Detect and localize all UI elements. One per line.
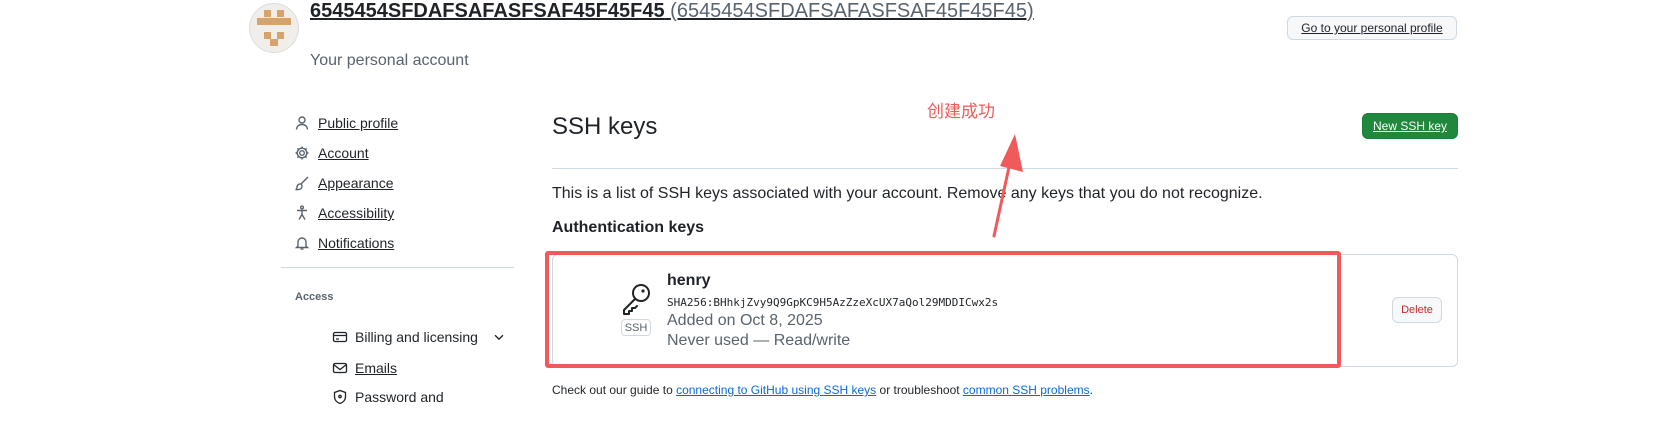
avatar[interactable] <box>249 3 299 53</box>
settings-page: 6545454SFDAFSAFASFSAF45F45F45 (6545454SF… <box>0 0 1661 425</box>
ssh-guide-link[interactable]: connecting to GitHub using SSH keys <box>676 383 876 397</box>
account-name-link[interactable]: 6545454SFDAFSAFASFSAF45F45F45 (6545454SF… <box>310 0 1034 23</box>
sidebar-item-public-profile[interactable]: Public profile <box>294 111 398 135</box>
new-ssh-key-button[interactable]: New SSH key <box>1362 113 1458 139</box>
sidebar-item-password[interactable]: Password and <box>332 386 444 408</box>
footer-middle: or troubleshoot <box>876 383 963 397</box>
ssh-troubleshoot-link[interactable]: common SSH problems <box>963 383 1090 397</box>
sidebar-item-label: Public profile <box>318 115 399 131</box>
sidebar-item-account[interactable]: Account <box>294 141 369 165</box>
sidebar-item-label: Account <box>318 145 369 161</box>
sidebar-divider <box>281 267 514 268</box>
delete-ssh-key-button[interactable]: Delete <box>1392 297 1442 323</box>
help-footer: Check out our guide to connecting to Git… <box>552 383 1093 397</box>
sidebar-item-emails[interactable]: Emails <box>332 357 397 379</box>
account-name: 6545454SFDAFSAFASFSAF45F45F45 <box>310 0 665 22</box>
go-to-profile-button[interactable]: Go to your personal profile <box>1287 16 1457 40</box>
chevron-down-icon[interactable] <box>492 330 506 344</box>
footer-prefix: Check out our guide to <box>552 383 677 397</box>
credit-card-icon <box>332 329 348 345</box>
sidebar-item-label: Password and <box>355 389 444 405</box>
sidebar-item-label: Accessibility <box>318 205 395 221</box>
account-subtitle: Your personal account <box>310 52 469 69</box>
sidebar-item-notifications[interactable]: Notifications <box>294 231 394 255</box>
shield-lock-icon <box>332 389 348 405</box>
annotation-highlight-box <box>545 251 1341 368</box>
sidebar-item-billing[interactable]: Billing and licensing <box>332 326 506 348</box>
person-icon <box>294 115 310 131</box>
annotation-label: 创建成功 <box>927 102 995 122</box>
accessibility-icon <box>294 205 310 221</box>
annotation-arrow-icon <box>985 128 1035 240</box>
page-title: SSH keys <box>552 113 658 140</box>
authentication-keys-heading: Authentication keys <box>552 219 705 236</box>
paintbrush-icon <box>294 175 310 191</box>
sidebar-item-label: Billing and licensing <box>355 329 478 345</box>
sidebar-item-label: Emails <box>355 360 398 376</box>
sidebar-item-appearance[interactable]: Appearance <box>294 171 394 195</box>
sidebar-item-label: Appearance <box>318 175 394 191</box>
bell-icon <box>294 235 310 251</box>
sidebar-item-accessibility[interactable]: Accessibility <box>294 201 394 225</box>
footer-suffix: . <box>1089 383 1093 397</box>
access-heading: Access <box>295 291 334 303</box>
mail-icon <box>332 360 348 376</box>
gear-icon <box>294 145 310 161</box>
intro-text: This is a list of SSH keys associated wi… <box>552 185 1263 202</box>
sidebar-item-label: Notifications <box>318 235 395 251</box>
account-login: (6545454SFDAFSAFASFSAF45F45F45) <box>670 0 1034 22</box>
